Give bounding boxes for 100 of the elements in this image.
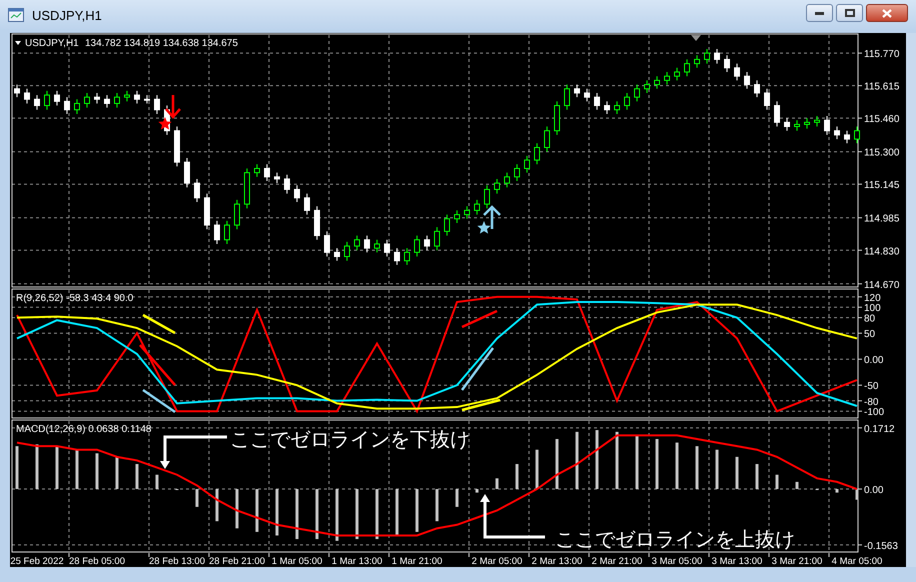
time-axis-label: 28 Feb 13:00 — [149, 556, 205, 567]
candlestick — [354, 235, 360, 251]
callout-arrow — [160, 436, 227, 469]
histogram-bar — [576, 432, 578, 490]
histogram-bar — [336, 489, 338, 541]
candlestick — [544, 126, 550, 152]
axis-label: 114.985 — [864, 214, 900, 225]
time-axis-label: 2 Mar 05:00 — [472, 556, 522, 567]
candlestick — [214, 220, 220, 244]
candlestick — [274, 172, 280, 184]
histogram-bar — [136, 464, 138, 490]
histogram-bar — [416, 489, 418, 532]
axis-label: 120 — [864, 292, 881, 304]
candlestick — [714, 48, 720, 64]
candlestick — [814, 116, 820, 128]
candlestick — [464, 206, 470, 220]
histogram-bar — [756, 464, 758, 490]
candlestick — [114, 92, 120, 108]
candlestick — [174, 126, 180, 167]
candlestick — [674, 67, 680, 81]
time-axis-label: 1 Mar 13:00 — [332, 556, 382, 567]
histogram-bar — [536, 450, 538, 490]
histogram-bar — [316, 489, 318, 540]
histogram-bar — [96, 453, 98, 490]
candlestick — [74, 98, 80, 114]
axis-label: 114.670 — [864, 280, 900, 288]
candlestick — [284, 174, 290, 194]
candlestick — [194, 178, 200, 203]
axis-label: -100 — [864, 407, 884, 418]
candlestick — [394, 248, 400, 266]
histogram-bar — [16, 446, 18, 490]
axis-label: 115.615 — [864, 82, 900, 93]
histogram-bar — [496, 478, 498, 490]
candlestick — [594, 92, 600, 110]
histogram-bar — [556, 439, 558, 490]
candlestick — [694, 54, 700, 68]
candlestick — [254, 164, 260, 178]
histogram-bar — [296, 489, 298, 540]
callout-text: ここでゼロラインを上抜け — [555, 529, 795, 551]
histogram-bar — [456, 489, 458, 507]
axis-label: 100 — [864, 303, 881, 314]
dropdown-triangle-icon — [15, 41, 21, 45]
candlestick — [104, 94, 110, 108]
indicator-label: R(9,26,52) -58.3 43.4 90.0 — [16, 293, 134, 304]
axis-label: 114.830 — [864, 246, 900, 258]
candlestick — [644, 80, 650, 94]
candlestick — [424, 235, 430, 251]
candlestick — [144, 94, 150, 104]
axis-label: 115.300 — [864, 148, 900, 159]
candlestick — [794, 120, 800, 132]
candlestick — [154, 94, 160, 114]
time-axis-label: 4 Mar 05:00 — [832, 556, 882, 567]
histogram-bar — [636, 435, 638, 490]
candlestick — [704, 48, 710, 64]
histogram-bar — [276, 489, 278, 536]
candlestick — [34, 94, 40, 110]
candlestick — [574, 84, 580, 98]
histogram-bar — [476, 489, 478, 493]
candlestick — [494, 178, 500, 194]
maximize-icon — [844, 9, 854, 17]
close-button[interactable] — [866, 4, 908, 22]
histogram-bar — [836, 489, 838, 493]
candlestick — [484, 184, 490, 209]
candlestick — [724, 54, 730, 72]
candlestick — [364, 235, 370, 253]
axis-label: 115.460 — [864, 114, 900, 126]
candlestick — [664, 72, 670, 86]
candlestick — [614, 100, 620, 114]
axis-label: 0.1712 — [864, 424, 895, 435]
histogram-bar — [616, 432, 618, 490]
axis-label: -0.1563 — [864, 540, 898, 552]
candlestick — [234, 199, 240, 230]
candlestick — [504, 172, 510, 188]
close-icon — [882, 8, 892, 18]
candlestick — [844, 130, 850, 144]
axis-label: 50 — [864, 329, 876, 340]
candlestick — [454, 210, 460, 224]
time-axis-label: 1 Mar 05:00 — [272, 556, 322, 567]
histogram-bar — [256, 489, 258, 532]
histogram-bar — [656, 439, 658, 490]
candlestick — [584, 88, 590, 102]
time-axis-label: 2 Mar 21:00 — [592, 556, 642, 567]
axis-label: 80 — [864, 314, 876, 325]
candlestick — [764, 88, 770, 110]
candlestick — [734, 63, 740, 81]
axis-label: -80 — [864, 396, 878, 408]
minimize-button[interactable] — [806, 4, 833, 22]
candlestick — [124, 90, 130, 102]
histogram-bar — [156, 474, 158, 490]
candlestick — [14, 84, 20, 98]
histogram-bar — [716, 450, 718, 490]
maximize-button[interactable] — [836, 4, 863, 22]
axis-label: 0.00 — [864, 485, 884, 496]
candlestick — [514, 164, 520, 182]
axis-label: -50 — [864, 381, 878, 392]
histogram-bar — [56, 446, 58, 490]
time-axis-label: 25 Feb 2022 — [10, 556, 64, 567]
candlestick — [24, 88, 30, 104]
axis-label: 0.00 — [864, 355, 884, 366]
shift-marker-icon — [691, 35, 701, 41]
